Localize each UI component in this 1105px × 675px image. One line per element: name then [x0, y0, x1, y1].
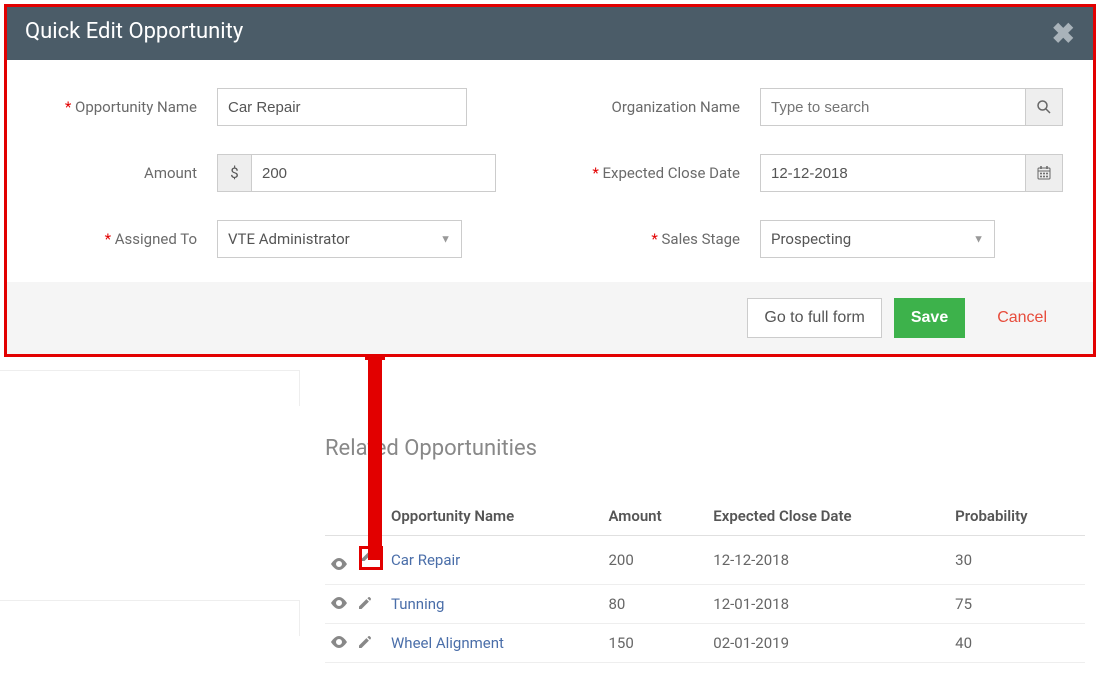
modal-body: Opportunity Name Organization Name [7, 60, 1093, 282]
table-row: Tunning 80 12-01-2018 75 [325, 585, 1085, 624]
cell-prob: 40 [949, 624, 1085, 663]
full-form-button[interactable]: Go to full form [747, 298, 881, 338]
annotation-connector [368, 360, 382, 560]
col-name: Opportunity Name [385, 497, 602, 536]
canvas: Related Opportunities Opportunity Name A… [0, 0, 1105, 675]
sales-stage-select[interactable]: Prospecting ▼ [760, 220, 995, 258]
close-icon[interactable]: ✖ [1052, 17, 1075, 50]
col-amount: Amount [602, 497, 707, 536]
chevron-down-icon: ▼ [440, 233, 451, 246]
opportunity-link[interactable]: Car Repair [385, 536, 602, 585]
modal-footer: Go to full form Save Cancel [7, 282, 1093, 354]
quick-edit-modal: Quick Edit Opportunity ✖ Opportunity Nam… [4, 4, 1096, 357]
label-assigned-to: Assigned To [37, 230, 217, 248]
field-assigned-to: Assigned To VTE Administrator ▼ [37, 220, 520, 258]
cell-close: 12-12-2018 [707, 536, 949, 585]
sidebar-hint [0, 370, 300, 406]
modal-title: Quick Edit Opportunity [25, 19, 1075, 44]
field-opportunity-name: Opportunity Name [37, 88, 520, 126]
sales-stage-value: Prospecting [771, 230, 851, 248]
eye-icon[interactable] [331, 636, 349, 648]
cell-close: 02-01-2019 [707, 624, 949, 663]
label-expected-close-date: Expected Close Date [580, 164, 760, 182]
cell-close: 12-01-2018 [707, 585, 949, 624]
cell-amount: 200 [602, 536, 707, 585]
edit-icon[interactable] [359, 636, 377, 648]
col-prob: Probability [949, 497, 1085, 536]
currency-addon: $ [217, 154, 251, 192]
search-icon [1037, 100, 1051, 114]
cell-amount: 80 [602, 585, 707, 624]
label-sales-stage: Sales Stage [580, 230, 760, 248]
chevron-down-icon: ▼ [973, 233, 984, 246]
cell-prob: 75 [949, 585, 1085, 624]
field-sales-stage: Sales Stage Prospecting ▼ [580, 220, 1063, 258]
assigned-to-select[interactable]: VTE Administrator ▼ [217, 220, 462, 258]
search-button[interactable] [1025, 88, 1063, 126]
label-organization-name: Organization Name [580, 98, 760, 116]
expected-close-date-input[interactable] [760, 154, 1025, 192]
datepicker-button[interactable] [1025, 154, 1063, 192]
cell-prob: 30 [949, 536, 1085, 585]
eye-icon[interactable] [331, 597, 349, 609]
opportunity-link[interactable]: Wheel Alignment [385, 624, 602, 663]
table-row: Car Repair 200 12-12-2018 30 [325, 536, 1085, 585]
field-amount: Amount $ [37, 154, 520, 192]
assigned-to-value: VTE Administrator [228, 230, 350, 248]
calendar-icon [1037, 166, 1051, 180]
related-opportunities-panel: Related Opportunities Opportunity Name A… [325, 436, 1085, 663]
save-button[interactable]: Save [894, 298, 965, 338]
opportunity-link[interactable]: Tunning [385, 585, 602, 624]
label-opportunity-name: Opportunity Name [37, 98, 217, 116]
col-close: Expected Close Date [707, 497, 949, 536]
label-amount: Amount [37, 164, 217, 182]
cancel-button[interactable]: Cancel [981, 298, 1063, 338]
modal-header: Quick Edit Opportunity ✖ [7, 7, 1093, 60]
field-expected-close-date: Expected Close Date [580, 154, 1063, 192]
related-title: Related Opportunities [325, 436, 1085, 461]
edit-icon[interactable] [359, 597, 377, 609]
field-organization-name: Organization Name [580, 88, 1063, 126]
related-table: Opportunity Name Amount Expected Close D… [325, 497, 1085, 663]
table-row: Wheel Alignment 150 02-01-2019 40 [325, 624, 1085, 663]
opportunity-name-input[interactable] [217, 88, 467, 126]
cell-amount: 150 [602, 624, 707, 663]
eye-icon[interactable] [331, 558, 349, 570]
sidebar-hint-2 [0, 600, 300, 636]
amount-input[interactable] [251, 154, 496, 192]
organization-search-input[interactable] [760, 88, 1025, 126]
